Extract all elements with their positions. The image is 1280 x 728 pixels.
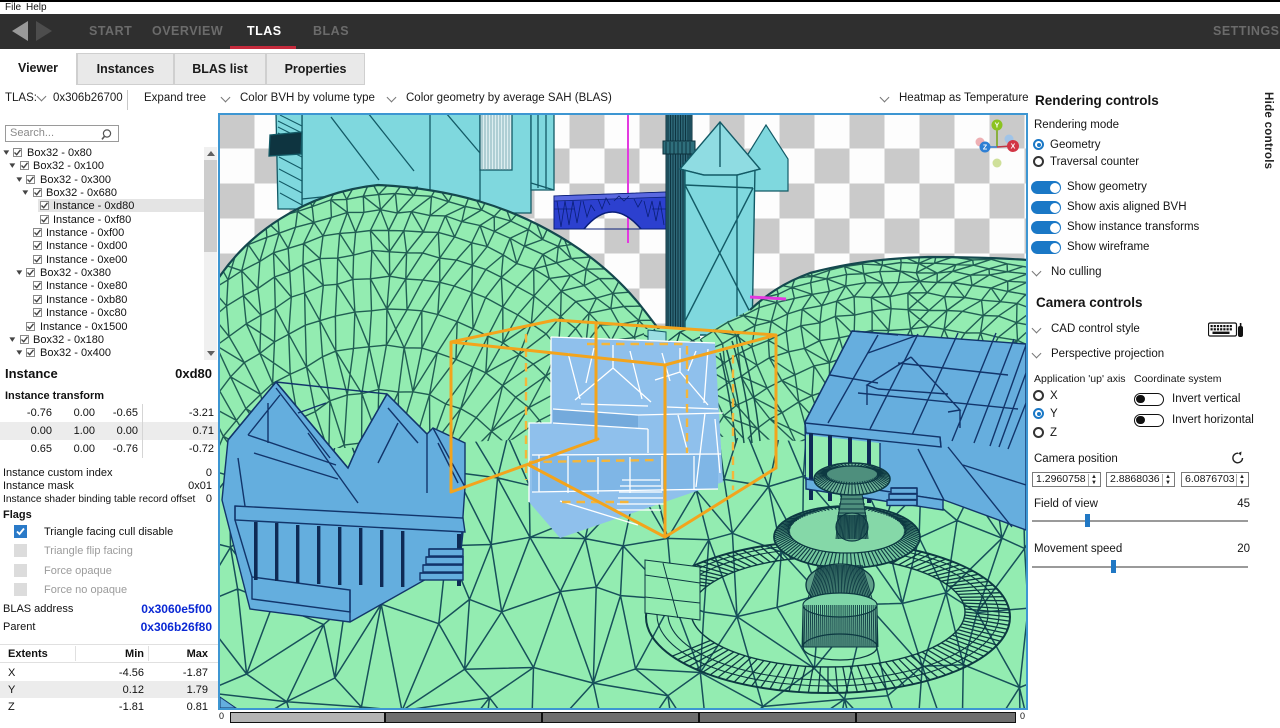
svg-text:Y: Y [995, 123, 1000, 130]
svg-text:X: X [1011, 144, 1016, 151]
svg-text:Z: Z [983, 145, 988, 152]
